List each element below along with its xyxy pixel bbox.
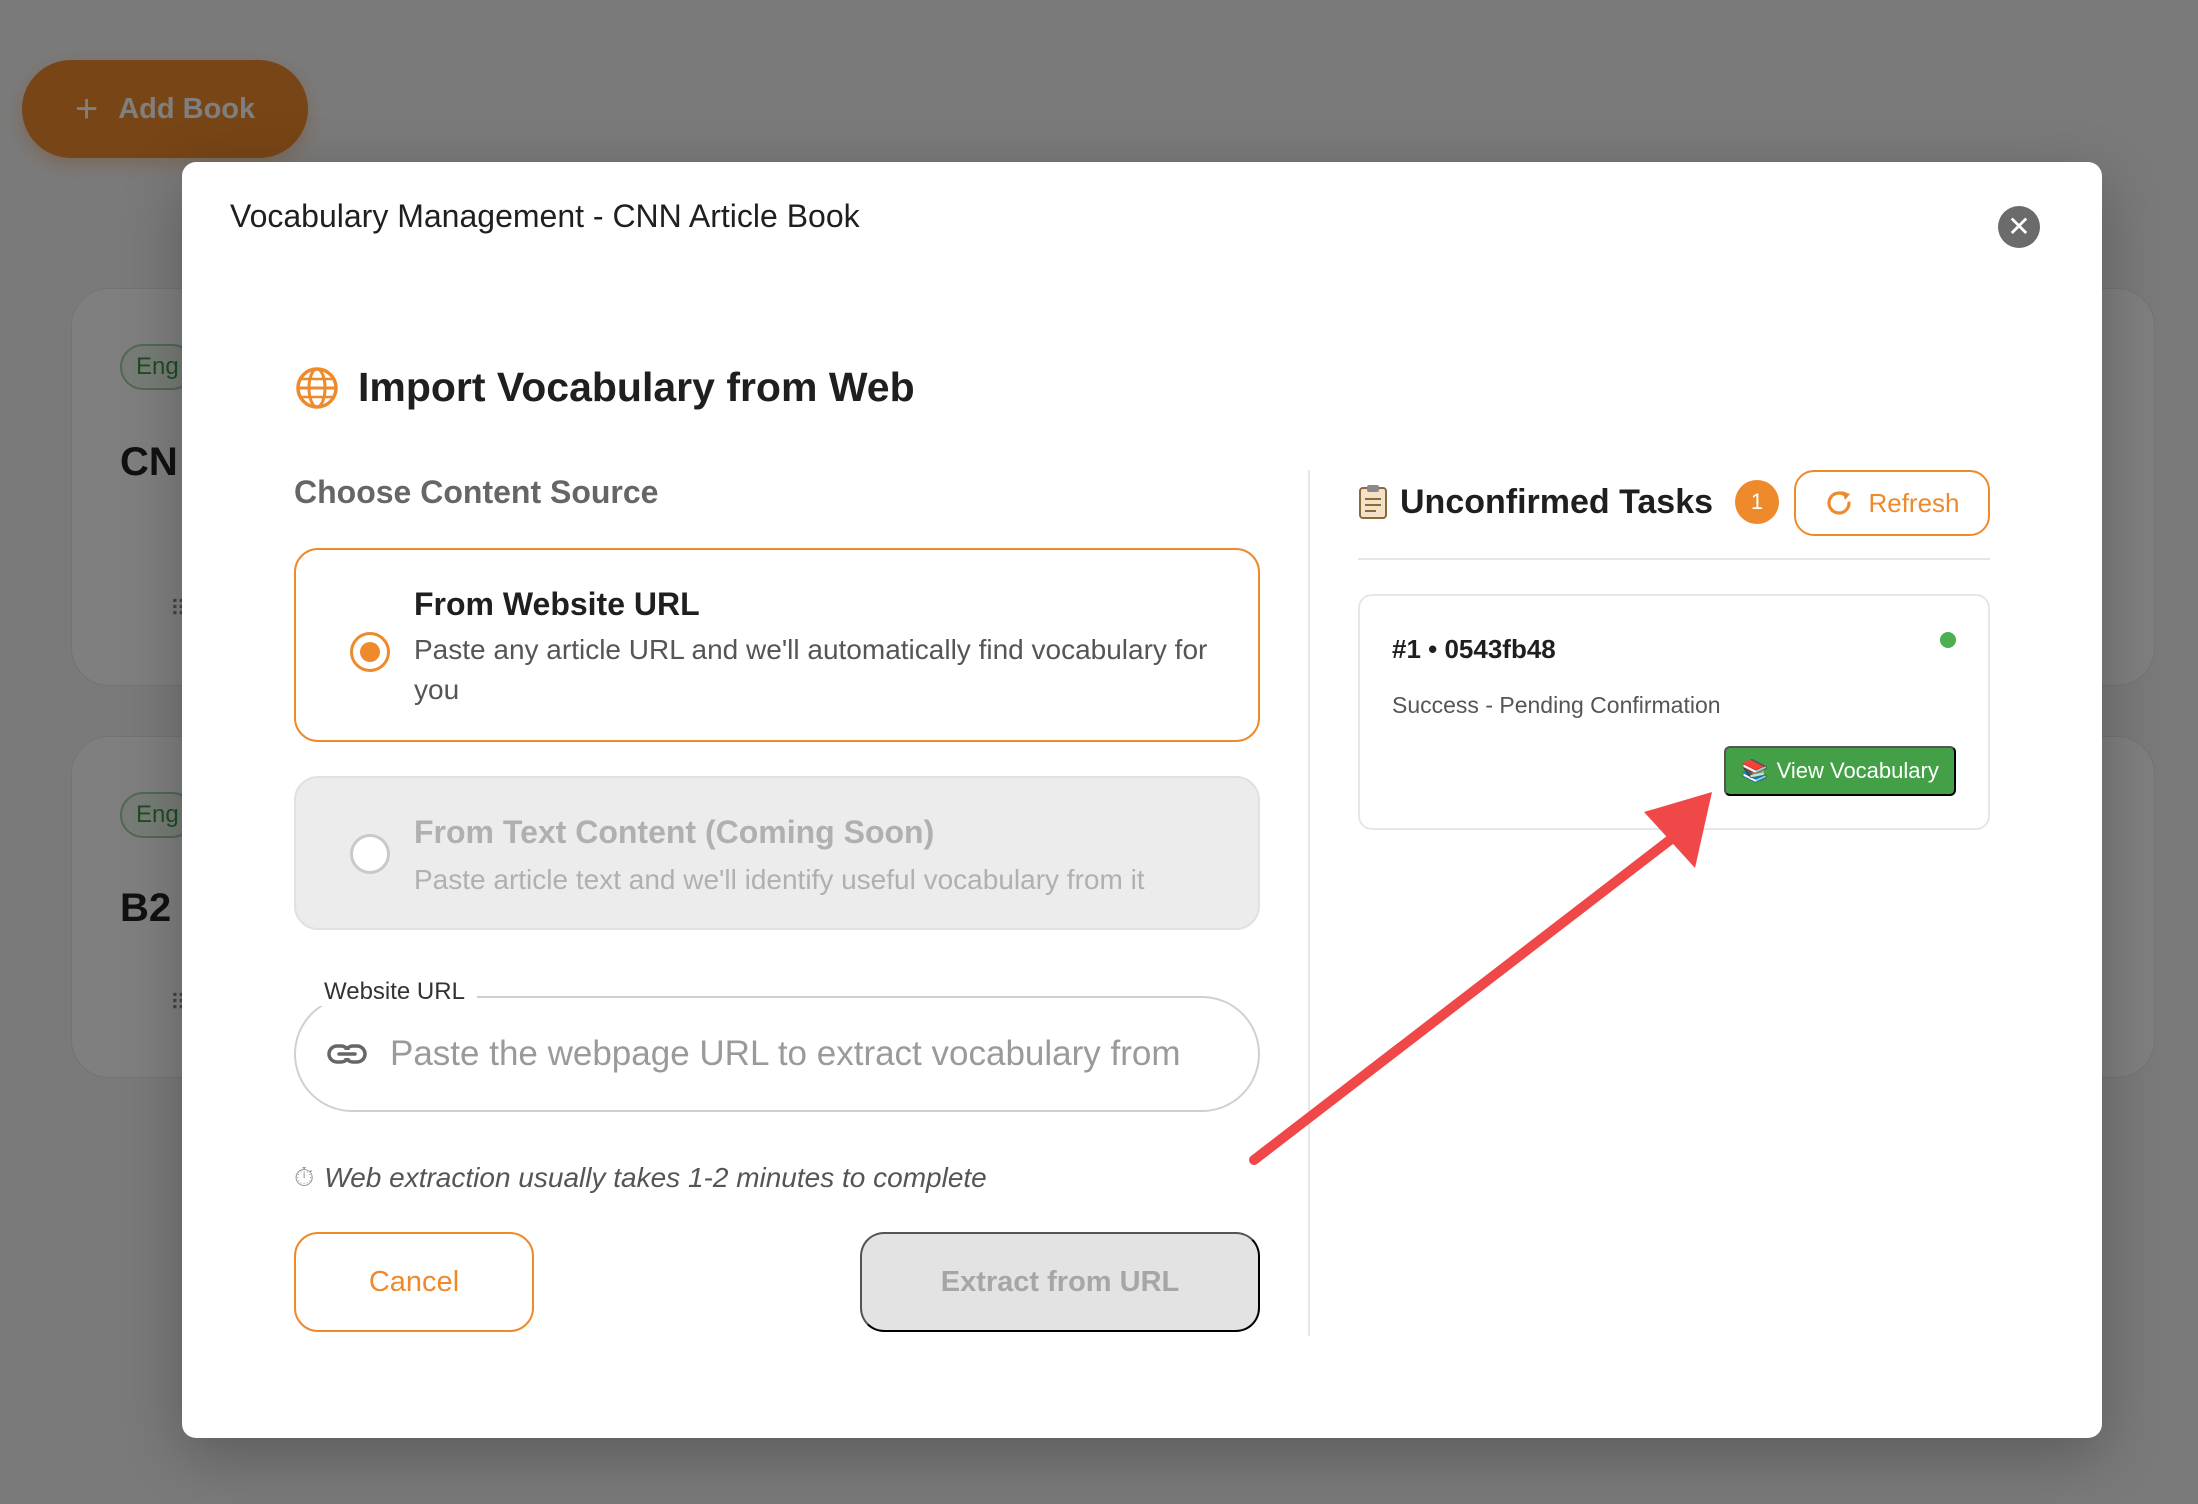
- hint-text: Web extraction usually takes 1-2 minutes…: [324, 1162, 987, 1193]
- panel-divider: [1308, 470, 1310, 1336]
- choose-source-label: Choose Content Source: [294, 474, 659, 510]
- option-title: From Text Content (Coming Soon): [414, 814, 935, 850]
- view-vocabulary-label: View Vocabulary: [1776, 758, 1939, 783]
- tasks-divider: [1358, 558, 1990, 560]
- refresh-icon: [1827, 491, 1852, 515]
- tasks-title: Unconfirmed Tasks: [1400, 482, 1714, 521]
- option-description: Paste any article URL and we'll automati…: [414, 634, 1208, 705]
- website-url-label: Website URL: [312, 978, 477, 1006]
- task-status: Success - Pending Confirmation: [1392, 692, 1721, 718]
- books-icon: 📚: [1741, 758, 1769, 783]
- close-icon[interactable]: ✕: [1998, 206, 2040, 248]
- option-description: Paste article text and we'll identify us…: [414, 864, 1145, 895]
- radio-selected[interactable]: [350, 632, 390, 672]
- section-heading: Import Vocabulary from Web: [294, 364, 915, 411]
- status-indicator: [1940, 632, 1956, 648]
- section-title: Import Vocabulary from Web: [358, 364, 915, 410]
- clipboard-icon: [1359, 485, 1387, 519]
- source-option-website-url[interactable]: From Website URL Paste any article URL a…: [294, 548, 1260, 742]
- globe-icon: [296, 366, 338, 409]
- option-title: From Website URL: [414, 586, 700, 622]
- extract-from-url-button[interactable]: Extract from URL: [860, 1232, 1260, 1332]
- source-option-text-content: From Text Content (Coming Soon) Paste ar…: [294, 776, 1260, 930]
- extraction-hint: ⏱ Web extraction usually takes 1-2 minut…: [294, 1162, 987, 1194]
- vocabulary-management-modal: Vocabulary Management - CNN Article Book…: [182, 162, 2102, 1438]
- timer-icon: ⏱: [294, 1162, 315, 1192]
- website-url-field[interactable]: [294, 996, 1260, 1112]
- cancel-button[interactable]: Cancel: [294, 1232, 534, 1332]
- link-icon: [327, 1044, 367, 1064]
- radio-unselected: [350, 834, 390, 874]
- modal-title: Vocabulary Management - CNN Article Book: [230, 198, 860, 234]
- view-vocabulary-button[interactable]: 📚 View Vocabulary: [1724, 746, 1956, 796]
- refresh-label: Refresh: [1868, 487, 1960, 518]
- task-count-badge: 1: [1735, 480, 1780, 524]
- task-id: #1 • 0543fb48: [1392, 634, 1556, 664]
- refresh-button[interactable]: Refresh: [1794, 470, 1990, 536]
- website-url-input[interactable]: [390, 1034, 1258, 1074]
- unconfirmed-tasks-header: Unconfirmed Tasks 1: [1358, 480, 1780, 524]
- task-card: #1 • 0543fb48 Success - Pending Confirma…: [1358, 594, 1990, 830]
